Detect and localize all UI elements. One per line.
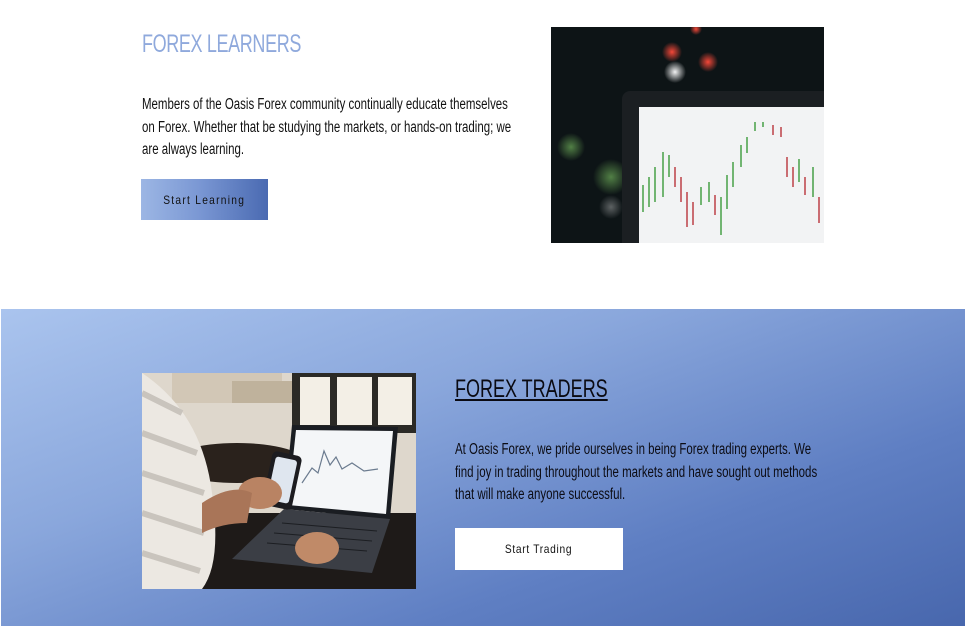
learners-heading: FOREX LEARNERS [142,30,302,58]
candlestick-chart-image [551,27,824,243]
forex-learners-section: FOREX LEARNERS Members of the Oasis Fore… [0,0,965,309]
start-learning-label: Start Learning [163,192,246,207]
learners-description: Members of the Oasis Forex community con… [142,96,512,158]
forex-traders-section: FOREX TRADERS At Oasis Forex, we pride o… [1,309,965,626]
candlestick-chart-icon [551,27,824,243]
start-trading-button[interactable]: Start Trading [455,528,623,570]
start-learning-button[interactable]: Start Learning [141,179,268,220]
start-trading-label: Start Trading [505,542,573,556]
laptop-trading-icon [142,373,416,589]
traders-description: At Oasis Forex, we pride ourselves in be… [455,441,818,503]
laptop-trading-image [142,373,416,589]
traders-heading: FOREX TRADERS [455,375,608,403]
